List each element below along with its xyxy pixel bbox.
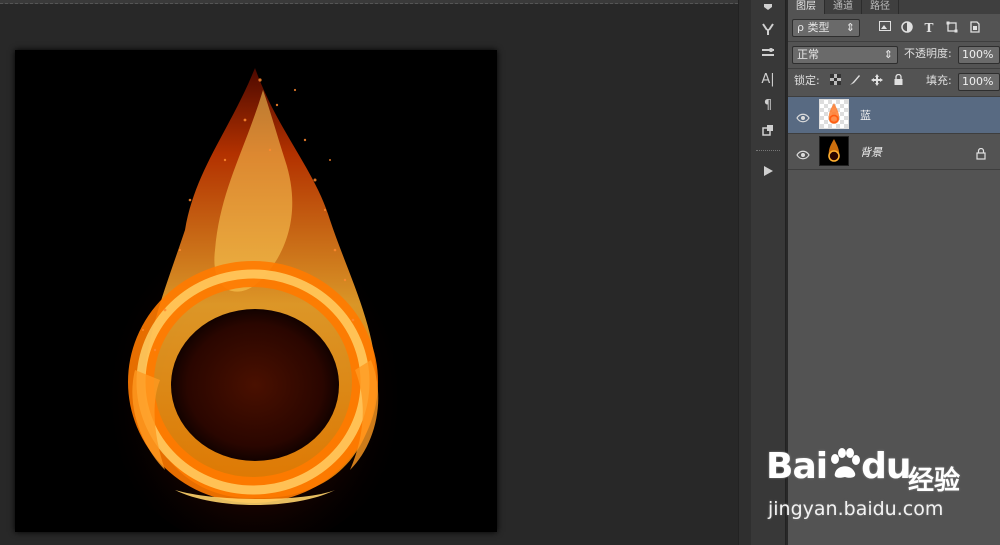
lock-brush-icon[interactable] [848, 74, 862, 88]
tool-presets-icon[interactable] [756, 20, 780, 40]
layer-name[interactable]: 蓝 [860, 107, 871, 123]
layer-filter-row: ρ 类型 ⇕ T [788, 16, 1000, 40]
brush-presets-icon[interactable] [756, 44, 780, 64]
smart-object-filter-icon[interactable] [968, 21, 982, 35]
layer-row-background[interactable]: 背景 [788, 133, 1000, 170]
adjustment-filter-icon[interactable] [900, 21, 914, 35]
filter-kind-value: ρ 类型 [797, 21, 830, 34]
select-arrows-icon: ⇕ [883, 48, 893, 61]
layer-row-selected[interactable]: 蓝 [788, 96, 1000, 133]
blend-opacity-row: 正常 ⇕ 不透明度: 100% [788, 43, 1000, 67]
lock-move-icon[interactable] [870, 74, 884, 88]
tab-channels[interactable]: 通道 [825, 0, 862, 14]
lock-all-icon[interactable] [891, 73, 905, 88]
divider [788, 68, 1000, 69]
lock-fill-row: 锁定: 填充: 100% [788, 70, 1000, 94]
visibility-eye-icon[interactable] [796, 109, 810, 123]
filter-kind-select[interactable]: ρ 类型 ⇕ [792, 19, 860, 37]
panel-splitter[interactable] [738, 0, 752, 545]
paragraph-glyph: ¶ [763, 98, 773, 113]
shape-filter-icon[interactable] [945, 21, 959, 35]
image-filter-icon[interactable] [878, 21, 892, 35]
divider [788, 169, 1000, 170]
watermark-brand-bai: Bai [766, 446, 828, 487]
blend-mode-select[interactable]: 正常 ⇕ [792, 46, 898, 64]
workspace-top-edge [0, 0, 738, 4]
opacity-label: 不透明度: [904, 47, 952, 60]
layer-thumbnail [819, 99, 849, 129]
brush-settings-icon[interactable] [756, 0, 780, 20]
character-glyph: A| [761, 72, 775, 87]
baidu-jingyan-watermark: Bai du 经验 jingyan.baidu.com [766, 438, 986, 528]
document-canvas[interactable] [15, 50, 497, 532]
play-actions-icon[interactable] [756, 162, 780, 182]
fill-field[interactable]: 100% [958, 73, 1000, 91]
visibility-eye-icon[interactable] [796, 146, 810, 160]
watermark-brand: Bai du [766, 446, 911, 487]
character-icon[interactable]: A| [756, 70, 780, 90]
fill-label: 填充: [926, 74, 952, 87]
strip-divider [756, 150, 780, 155]
paragraph-icon[interactable]: ¶ [756, 96, 780, 116]
tab-layers[interactable]: 图层 [788, 0, 825, 14]
type-filter-icon[interactable]: T [922, 21, 936, 35]
layer-lock-icon [976, 145, 986, 164]
layer-name[interactable]: 背景 [860, 144, 882, 160]
opacity-field[interactable]: 100% [958, 46, 1000, 64]
lock-label: 锁定: [794, 74, 820, 87]
flame-ring-artwork [15, 50, 497, 532]
lock-transparent-icon[interactable] [828, 74, 842, 88]
watermark-brand-du: du [861, 446, 911, 487]
watermark-url: jingyan.baidu.com [768, 498, 944, 520]
watermark-suffix: 经验 [908, 466, 961, 496]
select-arrows-icon: ⇕ [845, 21, 855, 34]
tab-paths[interactable]: 路径 [862, 0, 899, 14]
divider [788, 41, 1000, 42]
layer-thumbnail [819, 136, 849, 166]
panel-tabs: 图层 通道 路径 [788, 0, 1000, 14]
blend-mode-value: 正常 [797, 48, 819, 61]
document-workspace [0, 0, 738, 545]
3d-icon[interactable] [756, 122, 780, 142]
paw-icon [831, 448, 861, 478]
